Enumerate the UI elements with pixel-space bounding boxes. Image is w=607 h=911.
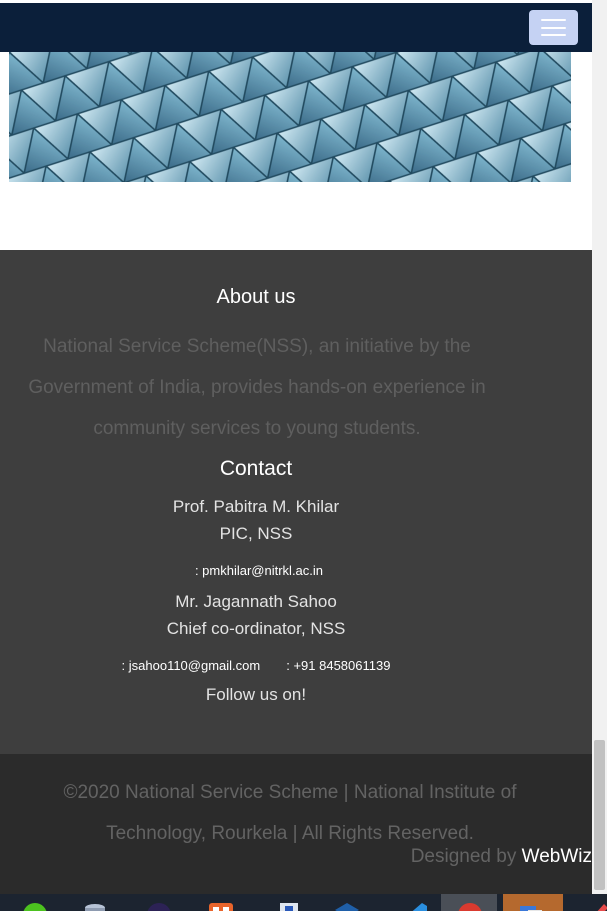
person-name: Mr. Jagannath Sahoo — [175, 592, 337, 611]
database-icon[interactable] — [82, 902, 108, 911]
architecture-image — [9, 52, 571, 182]
contact-title: Contact — [219, 457, 293, 480]
file-manager-icon[interactable] — [518, 902, 544, 911]
hamburger-menu-icon[interactable] — [529, 10, 578, 45]
menu-bar-line — [541, 26, 566, 29]
about-text: National Service Scheme(NSS), an initiat… — [28, 336, 486, 439]
phone-link[interactable]: : +91 8458061139 — [286, 658, 390, 673]
chrome-icon[interactable] — [457, 902, 483, 911]
navbar — [0, 3, 592, 52]
grid-app-icon[interactable] — [208, 902, 234, 911]
pencil-icon[interactable] — [584, 902, 607, 911]
footer-about-contact: About us National Service Scheme(NSS), a… — [0, 250, 592, 754]
email-link[interactable]: : jsahoo110@gmail.com — [122, 658, 261, 673]
footer-bottom: ©2020 National Service Scheme | National… — [0, 754, 592, 894]
person-name: Prof. Pabitra M. Khilar — [172, 497, 340, 516]
taskbar — [0, 894, 607, 911]
copyright-text: ©2020 National Service Scheme | National… — [63, 782, 517, 844]
vertical-scrollbar[interactable] — [592, 0, 607, 894]
person-role: Chief co-ordinator, NSS — [166, 619, 346, 638]
green-app-icon[interactable] — [22, 902, 48, 911]
person-role: PIC, NSS — [219, 524, 293, 543]
vscode-icon[interactable] — [402, 902, 428, 911]
about-title: About us — [216, 286, 296, 308]
menu-bar-line — [541, 19, 566, 21]
designed-by-prefix: Designed by — [410, 846, 522, 867]
designer-brand-link[interactable]: WebWiz — [522, 846, 592, 867]
email-link[interactable]: : pmkhilar@nitrkl.ac.in — [0, 563, 518, 578]
follow-title: Follow us on! — [205, 685, 307, 704]
contact-row-2: : jsahoo110@gmail.com : +91 8458061139 — [0, 658, 512, 673]
designed-by: Designed by WebWiz — [411, 846, 592, 868]
virtualbox-icon[interactable] — [334, 902, 360, 911]
contact-person-1: Prof. Pabitra M. Khilar PIC, NSS — [0, 493, 512, 547]
document-icon[interactable] — [276, 902, 302, 911]
page: About us National Service Scheme(NSS), a… — [0, 0, 592, 911]
scrollbar-thumb[interactable] — [594, 740, 605, 890]
menu-bar-line — [541, 34, 566, 36]
contact-person-2: Mr. Jagannath Sahoo Chief co-ordinator, … — [0, 588, 512, 642]
eclipse-icon[interactable] — [146, 902, 172, 911]
